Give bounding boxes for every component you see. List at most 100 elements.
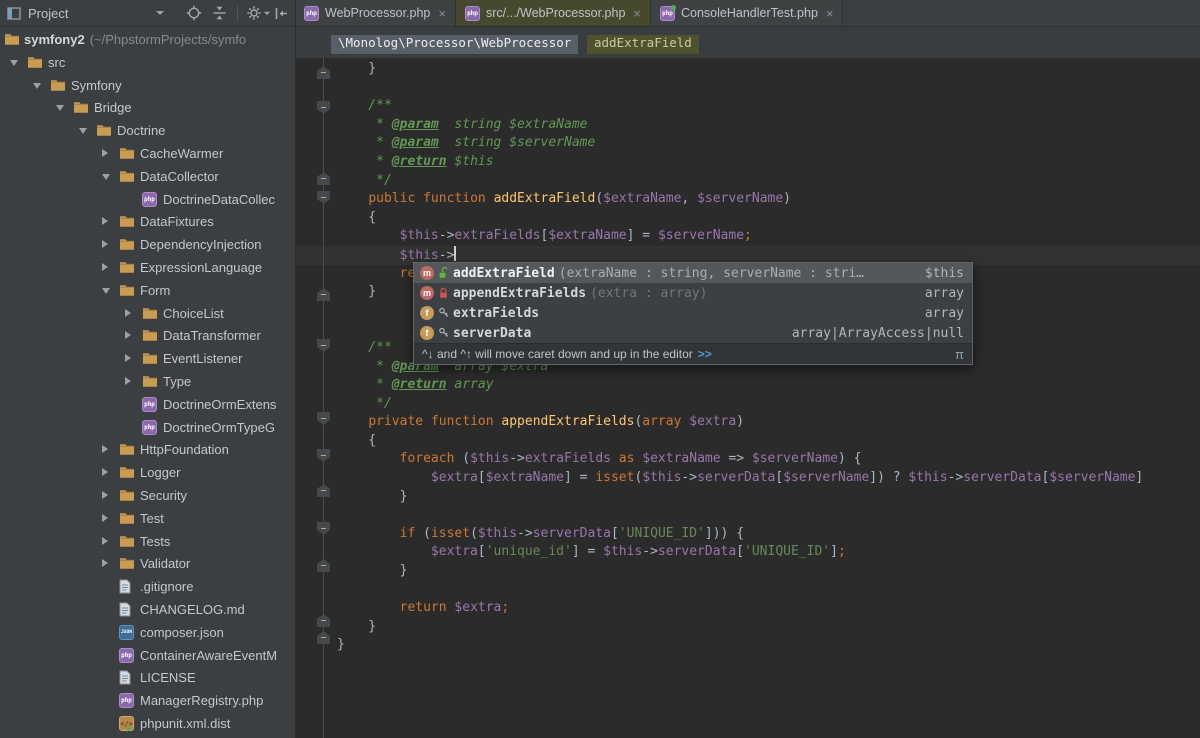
code-line-5[interactable]: * @return $this: [337, 153, 1143, 172]
tree-item-CHANGELOG.md[interactable]: CHANGELOG.md: [0, 598, 295, 621]
code-line-3[interactable]: * @param string $extraName: [337, 116, 1143, 135]
code-line-24[interactable]: [337, 506, 1143, 525]
chevron-collapsed-icon[interactable]: [102, 468, 108, 477]
tree-item-Doctrine[interactable]: Doctrine: [0, 119, 295, 142]
tree-item-DataFixtures[interactable]: DataFixtures: [0, 210, 295, 233]
code-line-9[interactable]: $this->extraFields[$extraName] = $server…: [337, 227, 1143, 246]
code-line-27[interactable]: }: [337, 562, 1143, 581]
breadcrumb-ns[interactable]: \Monolog\Processor\WebProcessor: [331, 35, 579, 54]
fold-marker-down-icon[interactable]: [317, 339, 330, 352]
tree-item-Form[interactable]: Form: [0, 279, 295, 302]
fold-marker-down-icon[interactable]: [317, 412, 330, 425]
code-line-6[interactable]: */: [337, 172, 1143, 191]
project-view-dropdown-icon[interactable]: [156, 0, 164, 26]
project-tree-panel[interactable]: symfony2 (~/PhpstormProjects/symfo src Symf…: [0, 27, 295, 738]
tree-item-CacheWarmer[interactable]: CacheWarmer: [0, 142, 295, 165]
tree-item-ContainerAwareEventM[interactable]: php ContainerAwareEventM: [0, 644, 295, 667]
tree-item-DependencyInjection[interactable]: DependencyInjection: [0, 233, 295, 256]
tree-item-DoctrineDataCollec[interactable]: php DoctrineDataCollec: [0, 188, 295, 211]
tree-item-DataTransformer[interactable]: DataTransformer: [0, 324, 295, 347]
fold-marker-down-icon[interactable]: [317, 449, 330, 462]
project-view-selector[interactable]: Project: [28, 0, 68, 26]
code-editor[interactable]: } /** * @param string $extraName * @para…: [296, 58, 1200, 738]
tree-item-composer.json[interactable]: JSON composer.json: [0, 621, 295, 644]
tree-item-HttpFoundation[interactable]: HttpFoundation: [0, 438, 295, 461]
breadcrumb-method[interactable]: addExtraField: [587, 35, 699, 54]
tree-item-Test[interactable]: Test: [0, 507, 295, 530]
code-line-25[interactable]: if (isset($this->serverData['UNIQUE_ID']…: [337, 525, 1143, 544]
close-icon[interactable]: ×: [633, 7, 641, 20]
tree-item-LICENSE[interactable]: LICENSE: [0, 666, 295, 689]
tree-item-DoctrineOrmTypeG[interactable]: php DoctrineOrmTypeG: [0, 416, 295, 439]
completion-item-appendExtraFields[interactable]: m appendExtraFields (extra : array) array: [414, 283, 972, 303]
code-line-1[interactable]: [337, 79, 1143, 98]
project-view-icon[interactable]: [7, 0, 22, 26]
tree-item-EventListener[interactable]: EventListener: [0, 347, 295, 370]
tree-item-phpunit.xml.dist[interactable]: </> phpunit.xml.dist: [0, 712, 295, 735]
chevron-collapsed-icon[interactable]: [102, 513, 108, 522]
settings-gear-icon[interactable]: [246, 0, 262, 26]
chevron-collapsed-icon[interactable]: [102, 445, 108, 454]
tree-item-Validator[interactable]: Validator: [0, 552, 295, 575]
chevron-collapsed-icon[interactable]: [102, 536, 108, 545]
editor-tab-webprocessor-php[interactable]: php WebProcessor.php ×: [295, 0, 456, 26]
chevron-collapsed-icon[interactable]: [102, 559, 108, 568]
close-icon[interactable]: ×: [438, 7, 446, 20]
hide-panel-icon[interactable]: [274, 0, 289, 26]
code-line-19[interactable]: private function appendExtraFields(array…: [337, 413, 1143, 432]
fold-marker-down-icon[interactable]: [317, 522, 330, 535]
completion-item-extraFields[interactable]: f extraFields array: [414, 303, 972, 323]
code-line-29[interactable]: return $extra;: [337, 599, 1143, 618]
scroll-from-source-icon[interactable]: [186, 0, 202, 26]
code-line-17[interactable]: * @return array: [337, 376, 1143, 395]
chevron-expanded-icon[interactable]: [56, 105, 64, 112]
code-line-22[interactable]: $extra[$extraName] = isset($this->server…: [337, 469, 1143, 488]
completion-item-serverData[interactable]: f serverData array|ArrayAccess|null: [414, 323, 972, 343]
tree-item-Symfony[interactable]: Symfony: [0, 74, 295, 97]
fold-marker-down-icon[interactable]: [317, 191, 330, 204]
code-line-0[interactable]: }: [337, 60, 1143, 79]
fold-marker-up-icon[interactable]: [317, 66, 330, 79]
chevron-collapsed-icon[interactable]: [125, 331, 131, 340]
fold-marker-up-icon[interactable]: [317, 559, 330, 572]
editor-tab-consolehandlertest-php[interactable]: php ConsoleHandlerTest.php ×: [651, 0, 844, 26]
code-line-7[interactable]: public function addExtraField($extraName…: [337, 190, 1143, 209]
settings-dropdown-icon[interactable]: [263, 0, 271, 26]
chevron-collapsed-icon[interactable]: [125, 308, 131, 317]
code-line-4[interactable]: * @param string $serverName: [337, 134, 1143, 153]
chevron-expanded-icon[interactable]: [79, 128, 87, 135]
editor-tab-src-webprocessor-php[interactable]: php src/.../WebProcessor.php ×: [455, 0, 651, 26]
completion-item-addExtraField[interactable]: m addExtraField (extraName : string, serve…: [414, 263, 972, 283]
chevron-collapsed-icon[interactable]: [102, 491, 108, 499]
chevron-collapsed-icon[interactable]: [125, 354, 131, 363]
fold-marker-up-icon[interactable]: [317, 631, 330, 644]
code-line-28[interactable]: [337, 581, 1143, 600]
tree-item-ExpressionLanguage[interactable]: ExpressionLanguage: [0, 256, 295, 279]
fold-marker-up-icon[interactable]: [317, 614, 330, 627]
tree-item-Bridge[interactable]: Bridge: [0, 96, 295, 119]
code-line-20[interactable]: {: [337, 432, 1143, 451]
fold-marker-up-icon[interactable]: [317, 172, 330, 185]
code-line-8[interactable]: {: [337, 209, 1143, 228]
fold-marker-up-icon[interactable]: [317, 484, 330, 497]
collapse-all-icon[interactable]: [212, 0, 227, 26]
chevron-collapsed-icon[interactable]: [102, 263, 108, 271]
chevron-collapsed-icon[interactable]: [102, 149, 108, 157]
tree-item-.gitignore[interactable]: .gitignore: [0, 575, 295, 598]
tree-item-Type[interactable]: Type: [0, 370, 295, 393]
chevron-collapsed-icon[interactable]: [125, 377, 131, 385]
tree-item-ManagerRegistry.php[interactable]: php ManagerRegistry.php: [0, 689, 295, 712]
chevron-collapsed-icon[interactable]: [102, 240, 108, 249]
tree-item-src[interactable]: src: [0, 51, 295, 74]
code-line-18[interactable]: */: [337, 395, 1143, 414]
tree-root-symfony2[interactable]: symfony2 (~/PhpstormProjects/symfo: [0, 28, 295, 51]
tree-item-Tests[interactable]: Tests: [0, 530, 295, 553]
chevron-collapsed-icon[interactable]: [102, 217, 108, 226]
fold-marker-down-icon[interactable]: [317, 101, 330, 114]
chevron-expanded-icon[interactable]: [33, 82, 41, 89]
code-line-31[interactable]: }: [337, 636, 1143, 655]
chevron-expanded-icon[interactable]: [102, 173, 110, 180]
tree-item-DataCollector[interactable]: DataCollector: [0, 165, 295, 188]
hint-more-link[interactable]: >>: [698, 347, 712, 361]
close-icon[interactable]: ×: [826, 7, 834, 20]
